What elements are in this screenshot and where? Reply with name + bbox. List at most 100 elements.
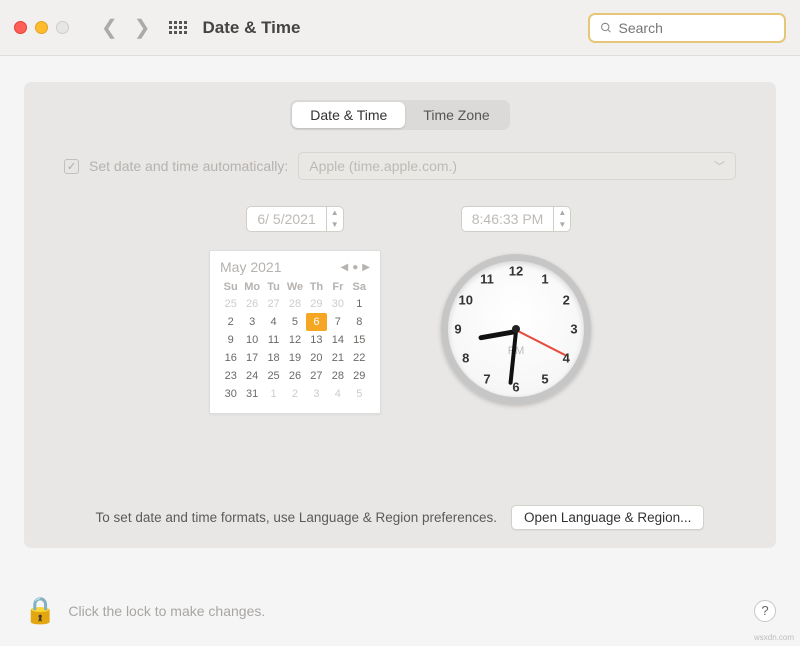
- calendar-day[interactable]: 23: [220, 367, 241, 385]
- calendar-prev-icon[interactable]: ◀: [341, 262, 349, 273]
- calendar-day[interactable]: 15: [349, 331, 370, 349]
- time-value: 8:46:33 PM: [462, 211, 554, 227]
- zoom-window[interactable]: [56, 21, 69, 34]
- forward-button[interactable]: ❯: [126, 15, 159, 40]
- clock-numeral: 4: [563, 351, 570, 366]
- calendar-dow: Sa: [349, 279, 370, 295]
- lock-icon[interactable]: 🔒: [24, 595, 56, 626]
- help-button[interactable]: ?: [754, 600, 776, 622]
- search-input[interactable]: [619, 20, 774, 36]
- calendar-day[interactable]: 9: [220, 331, 241, 349]
- search-field[interactable]: [588, 13, 786, 43]
- calendar-day[interactable]: 5: [284, 313, 305, 331]
- date-field[interactable]: 6/ 5/2021 ▲▼: [246, 206, 343, 232]
- calendar-dow: Fr: [327, 279, 348, 295]
- calendar-day[interactable]: 18: [263, 349, 284, 367]
- calendar-day[interactable]: 22: [349, 349, 370, 367]
- calendar-day[interactable]: 3: [241, 313, 262, 331]
- calendar-day[interactable]: 24: [241, 367, 262, 385]
- calendar-day[interactable]: 30: [327, 295, 348, 313]
- time-stepper[interactable]: ▲▼: [553, 207, 570, 231]
- calendar-dow: Tu: [263, 279, 284, 295]
- calendar-day[interactable]: 11: [263, 331, 284, 349]
- calendar-day[interactable]: 10: [241, 331, 262, 349]
- chevron-down-icon: ﹀: [714, 158, 725, 174]
- calendar-day[interactable]: 3: [306, 385, 327, 403]
- time-field[interactable]: 8:46:33 PM ▲▼: [461, 206, 572, 232]
- clock-numeral: 5: [541, 372, 548, 387]
- clock-numeral: 6: [512, 380, 519, 395]
- calendar-dow: Th: [306, 279, 327, 295]
- calendar-day[interactable]: 19: [284, 349, 305, 367]
- clock-numeral: 2: [563, 293, 570, 308]
- titlebar: ❮ ❯ Date & Time: [0, 0, 800, 56]
- calendar-day[interactable]: 12: [284, 331, 305, 349]
- calendar-dow: We: [284, 279, 305, 295]
- calendar-dow: Mo: [241, 279, 262, 295]
- calendar-day[interactable]: 28: [284, 295, 305, 313]
- calendar-day[interactable]: 25: [220, 295, 241, 313]
- window-controls: [14, 21, 69, 34]
- clock-pivot: [512, 325, 520, 333]
- calendar-day[interactable]: 31: [241, 385, 262, 403]
- calendar-day[interactable]: 7: [327, 313, 348, 331]
- calendar-today-icon[interactable]: ●: [352, 262, 358, 273]
- minimize-window[interactable]: [35, 21, 48, 34]
- calendar-day[interactable]: 29: [349, 367, 370, 385]
- calendar-day[interactable]: 16: [220, 349, 241, 367]
- calendar-day[interactable]: 13: [306, 331, 327, 349]
- calendar-day[interactable]: 25: [263, 367, 284, 385]
- close-window[interactable]: [14, 21, 27, 34]
- open-language-region-button[interactable]: Open Language & Region...: [511, 505, 704, 530]
- date-stepper[interactable]: ▲▼: [326, 207, 343, 231]
- clock-numeral: 1: [541, 271, 548, 286]
- calendar-day[interactable]: 6: [306, 313, 327, 331]
- auto-label: Set date and time automatically:: [89, 158, 288, 174]
- calendar-day[interactable]: 30: [220, 385, 241, 403]
- calendar-day[interactable]: 1: [349, 295, 370, 313]
- calendar-day[interactable]: 20: [306, 349, 327, 367]
- calendar-day[interactable]: 14: [327, 331, 348, 349]
- time-server-value: Apple (time.apple.com.): [309, 158, 457, 174]
- calendar-day[interactable]: 2: [220, 313, 241, 331]
- clock-numeral: 3: [570, 322, 577, 337]
- show-all-icon[interactable]: [169, 21, 187, 34]
- calendar-day[interactable]: 28: [327, 367, 348, 385]
- time-server-field[interactable]: Apple (time.apple.com.) ﹀: [298, 152, 736, 180]
- calendar[interactable]: May 2021 ◀ ● ▶ SuMoTuWeThFrSa25262728293…: [209, 250, 381, 414]
- calendar-day[interactable]: 21: [327, 349, 348, 367]
- clock-numeral: 8: [462, 351, 469, 366]
- calendar-day[interactable]: 8: [349, 313, 370, 331]
- search-icon: [600, 21, 613, 35]
- tab-group: Date & Time Time Zone: [290, 100, 509, 130]
- calendar-day[interactable]: 17: [241, 349, 262, 367]
- clock-numeral: 7: [483, 372, 490, 387]
- calendar-day[interactable]: 1: [263, 385, 284, 403]
- date-value: 6/ 5/2021: [247, 211, 325, 227]
- calendar-day[interactable]: 5: [349, 385, 370, 403]
- calendar-month: May 2021: [220, 259, 281, 275]
- calendar-dow: Su: [220, 279, 241, 295]
- window-title: Date & Time: [203, 18, 301, 38]
- calendar-day[interactable]: 29: [306, 295, 327, 313]
- format-note: To set date and time formats, use Langua…: [96, 510, 498, 525]
- tab-time-zone[interactable]: Time Zone: [405, 102, 507, 128]
- clock-numeral: 9: [454, 322, 461, 337]
- clock-numeral: 10: [459, 293, 473, 308]
- calendar-day[interactable]: 26: [284, 367, 305, 385]
- back-button[interactable]: ❮: [93, 15, 126, 40]
- calendar-day[interactable]: 27: [263, 295, 284, 313]
- calendar-day[interactable]: 27: [306, 367, 327, 385]
- calendar-day[interactable]: 4: [263, 313, 284, 331]
- auto-checkbox[interactable]: ✓: [64, 159, 79, 174]
- preferences-panel: Date & Time Time Zone ✓ Set date and tim…: [24, 82, 776, 548]
- calendar-day[interactable]: 2: [284, 385, 305, 403]
- watermark: wsxdn.com: [754, 633, 794, 642]
- analog-clock[interactable]: PM 123456789101112: [441, 254, 591, 404]
- calendar-next-icon[interactable]: ▶: [362, 262, 370, 273]
- lock-text: Click the lock to make changes.: [68, 603, 265, 619]
- tab-date-time[interactable]: Date & Time: [292, 102, 405, 128]
- clock-numeral: 12: [509, 264, 523, 279]
- calendar-day[interactable]: 26: [241, 295, 262, 313]
- calendar-day[interactable]: 4: [327, 385, 348, 403]
